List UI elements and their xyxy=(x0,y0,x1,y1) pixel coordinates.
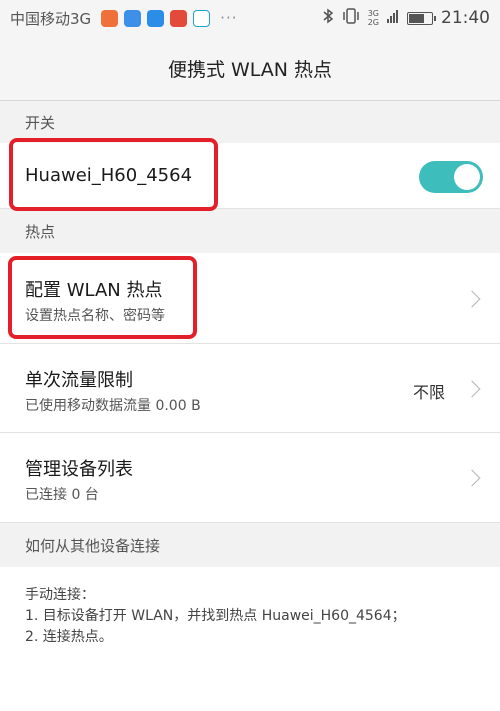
message-icon xyxy=(147,9,165,27)
app-icon-orange xyxy=(101,9,119,27)
device-list-subtitle: 已连接 0 台 xyxy=(25,487,99,503)
chevron-right-icon xyxy=(463,469,481,487)
signal-2g-label: 2G xyxy=(367,18,379,27)
clock: 21:40 xyxy=(441,8,490,28)
signal-bars-icon xyxy=(387,8,399,28)
signal-indicator: 3G 2G xyxy=(368,9,379,27)
page-title: 便携式 WLAN 热点 xyxy=(167,58,333,81)
status-bar: 中国移动3G ··· 3G 2G 21:40 xyxy=(0,0,500,36)
highlight-box-configure xyxy=(8,256,197,339)
bluetooth-icon xyxy=(322,8,334,28)
toggle-knob xyxy=(454,164,480,190)
signal-3g-label: 3G xyxy=(367,9,379,18)
section-header-connect: 如何从其他设备连接 xyxy=(0,523,500,567)
instruction-line: 1. 目标设备打开 WLAN，并找到热点 Huawei_H60_4564； xyxy=(25,608,406,624)
battery-fill xyxy=(409,13,424,23)
section-header-hotspot: 热点 xyxy=(0,209,500,253)
carrier-label: 中国移动3G xyxy=(10,9,92,28)
page-title-bar: 便携式 WLAN 热点 xyxy=(0,36,500,101)
data-limit-row[interactable]: 单次流量限制 已使用移动数据流量 0.00 B 不限 xyxy=(0,344,500,433)
hotspot-toggle[interactable] xyxy=(419,161,483,193)
data-limit-value: 不限 xyxy=(412,383,445,402)
highlight-box-hotspot-name xyxy=(9,138,218,211)
status-bar-right: 3G 2G 21:40 xyxy=(322,8,490,28)
app-icon-red xyxy=(170,9,188,27)
section-header-connect-label: 如何从其他设备连接 xyxy=(25,536,161,555)
device-list-title: 管理设备列表 xyxy=(25,459,133,480)
connect-instructions: 手动连接： 1. 目标设备打开 WLAN，并找到热点 Huawei_H60_45… xyxy=(25,585,406,648)
vibrate-icon xyxy=(342,8,360,28)
section-header-switch: 开关 xyxy=(0,101,500,143)
app-icon-blue-ring xyxy=(124,9,142,27)
instruction-line: 2. 连接热点。 xyxy=(25,629,113,645)
section-header-switch-label: 开关 xyxy=(25,113,56,132)
instruction-line: 手动连接： xyxy=(25,587,95,603)
more-notifications-icon: ··· xyxy=(220,9,238,27)
data-limit-title: 单次流量限制 xyxy=(25,370,133,391)
data-limit-subtitle: 已使用移动数据流量 0.00 B xyxy=(25,398,201,414)
status-bar-left: 中国移动3G ··· xyxy=(10,8,237,29)
chevron-right-icon xyxy=(463,290,481,308)
device-list-row[interactable]: 管理设备列表 已连接 0 台 xyxy=(0,433,500,523)
china-mobile-icon xyxy=(193,9,211,27)
chevron-right-icon xyxy=(463,380,481,398)
section-header-hotspot-label: 热点 xyxy=(25,222,56,241)
battery-icon xyxy=(407,11,436,25)
